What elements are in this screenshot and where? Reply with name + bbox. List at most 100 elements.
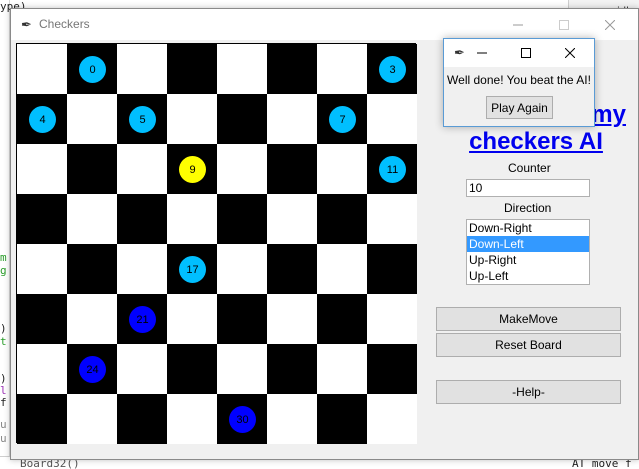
play-again-button[interactable]: Play Again <box>486 96 553 119</box>
board-square[interactable] <box>17 144 67 194</box>
board-square[interactable] <box>267 144 317 194</box>
window-title: Checkers <box>39 17 90 31</box>
direction-option[interactable]: Down-Right <box>467 220 589 236</box>
board-square[interactable] <box>267 244 317 294</box>
window-titlebar[interactable]: ✒ Checkers <box>11 9 638 40</box>
board-square[interactable] <box>367 244 417 294</box>
board-square[interactable] <box>367 94 417 144</box>
reset-board-button[interactable]: Reset Board <box>436 333 621 357</box>
checker-piece[interactable]: 3 <box>379 56 406 83</box>
win-dialog: ✒ Well done! You beat the AI! Play Again <box>443 38 595 127</box>
dialog-titlebar[interactable]: ✒ <box>444 39 594 67</box>
board-square[interactable]: 11 <box>367 144 417 194</box>
board-square[interactable] <box>67 394 117 444</box>
board-square[interactable]: 24 <box>67 344 117 394</box>
board-square[interactable]: 30 <box>217 394 267 444</box>
checker-piece[interactable]: 0 <box>79 56 106 83</box>
board-square[interactable] <box>267 394 317 444</box>
board-square[interactable] <box>167 194 217 244</box>
board-square[interactable] <box>217 194 267 244</box>
board-square[interactable] <box>317 194 367 244</box>
board-square[interactable] <box>17 344 67 394</box>
board-square[interactable]: 17 <box>167 244 217 294</box>
minimize-button[interactable] <box>495 9 541 40</box>
direction-option-selected[interactable]: Down-Left <box>467 236 589 252</box>
dialog-close-button[interactable] <box>552 39 588 67</box>
board-square[interactable] <box>317 344 367 394</box>
board-square[interactable] <box>167 294 217 344</box>
board-square[interactable] <box>17 294 67 344</box>
board-square[interactable]: 3 <box>367 44 417 94</box>
close-button[interactable] <box>587 9 633 40</box>
board-square[interactable] <box>117 344 167 394</box>
board-square[interactable] <box>217 144 267 194</box>
checker-piece[interactable]: 11 <box>379 156 406 183</box>
checker-piece[interactable]: 17 <box>179 256 206 283</box>
board-square[interactable] <box>217 94 267 144</box>
board-square[interactable] <box>67 194 117 244</box>
board-square[interactable] <box>367 344 417 394</box>
direction-option[interactable]: Up-Left <box>467 268 589 284</box>
dialog-maximize-button[interactable] <box>508 39 544 67</box>
board-square[interactable] <box>117 44 167 94</box>
board-square[interactable] <box>167 94 217 144</box>
board-square[interactable] <box>17 244 67 294</box>
board-square[interactable]: 7 <box>317 94 367 144</box>
maximize-button[interactable] <box>541 9 587 40</box>
direction-option[interactable]: Up-Right <box>467 252 589 268</box>
dialog-minimize-button[interactable] <box>464 39 500 67</box>
board-square[interactable] <box>317 294 367 344</box>
board-square[interactable] <box>267 44 317 94</box>
board-square[interactable] <box>67 94 117 144</box>
direction-listbox[interactable]: Down-Right Down-Left Up-Right Up-Left <box>466 219 590 285</box>
checker-piece[interactable]: 9 <box>179 156 206 183</box>
welcome-heading-line2: checkers AI <box>469 128 603 155</box>
board-square[interactable] <box>217 294 267 344</box>
board-square[interactable] <box>367 194 417 244</box>
board-square[interactable]: 5 <box>117 94 167 144</box>
board-square[interactable] <box>17 394 67 444</box>
checker-piece[interactable]: 7 <box>329 106 356 133</box>
checker-piece[interactable]: 5 <box>129 106 156 133</box>
board-square[interactable] <box>317 244 367 294</box>
board-square[interactable] <box>67 244 117 294</box>
make-move-button[interactable]: MakeMove <box>436 307 621 331</box>
help-button[interactable]: -Help- <box>436 380 621 404</box>
board-square[interactable] <box>167 394 217 444</box>
board-square[interactable] <box>17 194 67 244</box>
board-square[interactable] <box>217 244 267 294</box>
board-square[interactable] <box>317 394 367 444</box>
board-square[interactable] <box>367 294 417 344</box>
direction-label: Direction <box>504 201 552 215</box>
counter-input[interactable]: 10 <box>466 179 590 197</box>
board-square[interactable] <box>267 94 317 144</box>
board-square[interactable] <box>267 194 317 244</box>
board-square[interactable] <box>317 44 367 94</box>
checker-piece[interactable]: 21 <box>129 306 156 333</box>
checker-piece[interactable]: 30 <box>229 406 256 433</box>
board-square[interactable]: 4 <box>17 94 67 144</box>
board-square[interactable] <box>167 344 217 394</box>
close-icon <box>565 48 575 58</box>
board-square[interactable] <box>117 144 167 194</box>
board-square[interactable] <box>67 144 117 194</box>
checkers-board[interactable]: 0 3 4 5 7 9 11 17 21 24 30 <box>16 43 417 444</box>
board-square[interactable]: 21 <box>117 294 167 344</box>
board-square[interactable] <box>117 194 167 244</box>
board-square[interactable] <box>217 44 267 94</box>
board-square[interactable] <box>267 344 317 394</box>
board-square[interactable]: 0 <box>67 44 117 94</box>
board-square[interactable]: 9 <box>167 144 217 194</box>
board-square[interactable] <box>267 294 317 344</box>
board-square[interactable] <box>317 144 367 194</box>
board-square[interactable] <box>217 344 267 394</box>
board-square[interactable] <box>67 294 117 344</box>
counter-label: Counter <box>508 161 551 175</box>
board-square[interactable] <box>17 44 67 94</box>
board-square[interactable] <box>117 244 167 294</box>
checker-piece[interactable]: 24 <box>79 356 106 383</box>
board-square[interactable] <box>367 394 417 444</box>
checker-piece[interactable]: 4 <box>29 106 56 133</box>
board-square[interactable] <box>117 394 167 444</box>
board-square[interactable] <box>167 44 217 94</box>
